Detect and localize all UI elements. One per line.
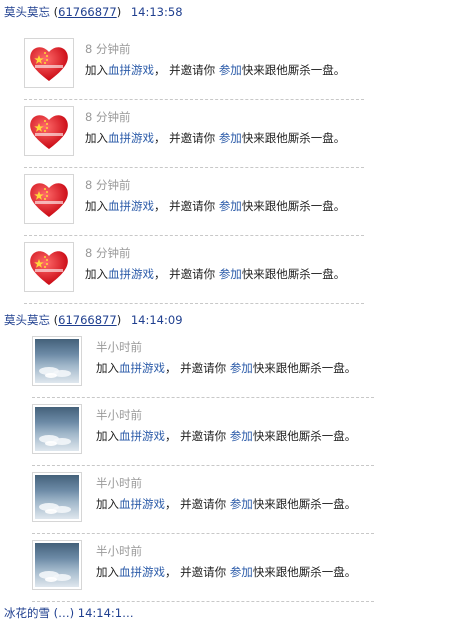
- game-link[interactable]: 血拼游戏: [108, 63, 154, 77]
- group-header: 莫头莫忘 (61766877) 14:14:09: [4, 313, 183, 327]
- sky-photo-icon[interactable]: [32, 336, 82, 386]
- message: 加入血拼游戏， 并邀请你 参加快来跟他厮杀一盘。: [96, 428, 356, 444]
- game-link[interactable]: 血拼游戏: [108, 131, 154, 145]
- heart-china-icon[interactable]: [24, 174, 74, 224]
- msg-text: ， 并邀请你: [154, 63, 219, 77]
- message: 加入血拼游戏， 并邀请你 参加快来跟他厮杀一盘。: [96, 564, 356, 580]
- feed-item: 半小时前 加入血拼游戏， 并邀请你 参加快来跟他厮杀一盘。: [32, 330, 374, 398]
- heart-china-icon[interactable]: [24, 38, 74, 88]
- sender-name[interactable]: 莫头莫忘: [4, 313, 50, 327]
- msg-text: 快来跟他厮杀一盘。: [252, 361, 357, 375]
- timestamp: 8 分钟前: [85, 178, 131, 192]
- msg-text: 加入: [96, 429, 119, 443]
- separator: [24, 303, 364, 304]
- msg-text: ， 并邀请你: [154, 267, 219, 281]
- game-link[interactable]: 血拼游戏: [119, 565, 165, 579]
- feed-item: 半小时前 加入血拼游戏， 并邀请你 参加快来跟他厮杀一盘。: [32, 398, 374, 466]
- message: 加入血拼游戏， 并邀请你 参加快来跟他厮杀一盘。: [96, 496, 356, 512]
- timestamp: 8 分钟前: [85, 42, 131, 56]
- heart-china-icon[interactable]: [24, 106, 74, 156]
- post-time: 14:14:09: [130, 313, 183, 327]
- group-header: 莫头莫忘 (61766877) 14:13:58: [4, 5, 183, 19]
- msg-text: 加入: [96, 565, 119, 579]
- feed-item: 8 分钟前 加入血拼游戏， 并邀请你 参加快来跟他厮杀一盘。: [24, 100, 364, 168]
- msg-text: 快来跟他厮杀一盘。: [252, 497, 357, 511]
- feed-item: 半小时前 加入血拼游戏， 并邀请你 参加快来跟他厮杀一盘。: [32, 466, 374, 534]
- sender-uid-link[interactable]: 61766877: [58, 5, 117, 19]
- timestamp: 半小时前: [96, 544, 142, 558]
- sky-photo-icon[interactable]: [32, 472, 82, 522]
- msg-text: 快来跟他厮杀一盘。: [241, 131, 346, 145]
- feed-item: 8 分钟前 加入血拼游戏， 并邀请你 参加快来跟他厮杀一盘。: [24, 236, 364, 304]
- timestamp: 半小时前: [96, 408, 142, 422]
- msg-text: 加入: [85, 63, 108, 77]
- msg-text: 加入: [85, 131, 108, 145]
- msg-text: 加入: [85, 199, 108, 213]
- separator: [32, 601, 374, 602]
- msg-text: ， 并邀请你: [165, 429, 230, 443]
- msg-text: ， 并邀请你: [154, 199, 219, 213]
- game-link[interactable]: 血拼游戏: [119, 429, 165, 443]
- msg-text: 快来跟他厮杀一盘。: [252, 565, 357, 579]
- sender-name[interactable]: 莫头莫忘: [4, 5, 50, 19]
- join-link[interactable]: 参加: [230, 497, 253, 511]
- msg-text: ， 并邀请你: [165, 565, 230, 579]
- heart-china-icon[interactable]: [24, 242, 74, 292]
- sender-uid-link[interactable]: 61766877: [58, 313, 117, 327]
- msg-text: 快来跟他厮杀一盘。: [241, 199, 346, 213]
- join-link[interactable]: 参加: [230, 565, 253, 579]
- game-link[interactable]: 血拼游戏: [119, 497, 165, 511]
- feed-item: 8 分钟前 加入血拼游戏， 并邀请你 参加快来跟他厮杀一盘。: [24, 32, 364, 100]
- timestamp: 半小时前: [96, 476, 142, 490]
- join-link[interactable]: 参加: [219, 199, 242, 213]
- post-time: 14:13:58: [130, 5, 183, 19]
- sky-photo-icon[interactable]: [32, 404, 82, 454]
- msg-text: 快来跟他厮杀一盘。: [252, 429, 357, 443]
- msg-text: 快来跟他厮杀一盘。: [241, 63, 346, 77]
- timestamp: 半小时前: [96, 340, 142, 354]
- feed-item: 8 分钟前 加入血拼游戏， 并邀请你 参加快来跟他厮杀一盘。: [24, 168, 364, 236]
- msg-text: ， 并邀请你: [165, 361, 230, 375]
- message: 加入血拼游戏， 并邀请你 参加快来跟他厮杀一盘。: [85, 62, 345, 78]
- join-link[interactable]: 参加: [219, 63, 242, 77]
- message: 加入血拼游戏， 并邀请你 参加快来跟他厮杀一盘。: [85, 130, 345, 146]
- join-link[interactable]: 参加: [219, 267, 242, 281]
- msg-text: 快来跟他厮杀一盘。: [241, 267, 346, 281]
- join-link[interactable]: 参加: [230, 361, 253, 375]
- game-link[interactable]: 血拼游戏: [108, 199, 154, 213]
- msg-text: 加入: [96, 497, 119, 511]
- message: 加入血拼游戏， 并邀请你 参加快来跟他厮杀一盘。: [85, 198, 345, 214]
- join-link[interactable]: 参加: [219, 131, 242, 145]
- feed-item: 半小时前 加入血拼游戏， 并邀请你 参加快来跟他厮杀一盘。: [32, 534, 374, 602]
- msg-text: ， 并邀请你: [165, 497, 230, 511]
- game-link[interactable]: 血拼游戏: [108, 267, 154, 281]
- message: 加入血拼游戏， 并邀请你 参加快来跟他厮杀一盘。: [85, 266, 345, 282]
- join-link[interactable]: 参加: [230, 429, 253, 443]
- message: 加入血拼游戏， 并邀请你 参加快来跟他厮杀一盘。: [96, 360, 356, 376]
- next-group-header: 冰花的雪 (…) 14:14:1…: [4, 606, 134, 620]
- timestamp: 8 分钟前: [85, 246, 131, 260]
- game-link[interactable]: 血拼游戏: [119, 361, 165, 375]
- timestamp: 8 分钟前: [85, 110, 131, 124]
- msg-text: 加入: [96, 361, 119, 375]
- sky-photo-icon[interactable]: [32, 540, 82, 590]
- msg-text: ， 并邀请你: [154, 131, 219, 145]
- msg-text: 加入: [85, 267, 108, 281]
